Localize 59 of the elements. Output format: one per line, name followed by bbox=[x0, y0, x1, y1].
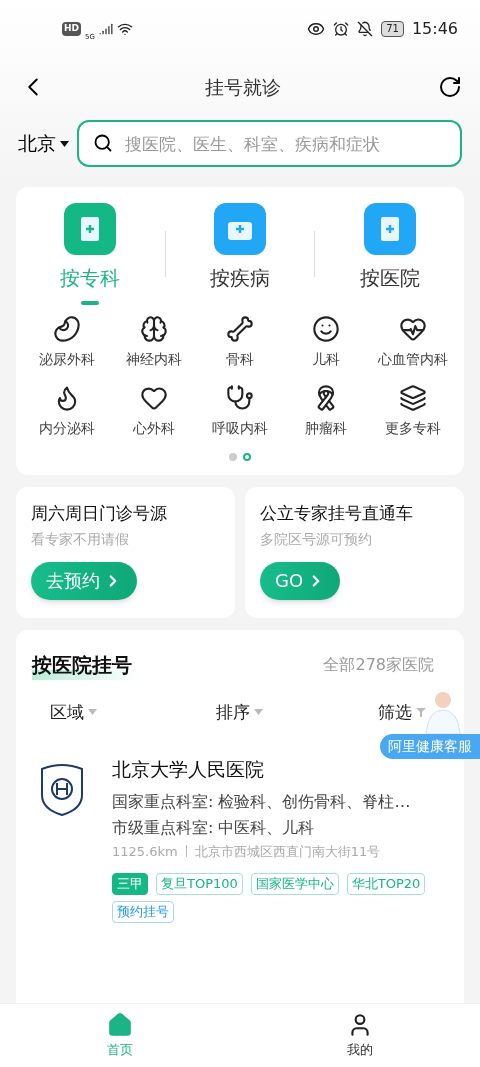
stethoscope-icon bbox=[226, 384, 254, 412]
bookmark-plus-icon bbox=[64, 203, 117, 255]
signal-icon bbox=[98, 22, 113, 36]
promo-subtitle: 多院区号源可预约 bbox=[260, 529, 373, 549]
caret-icon bbox=[88, 709, 97, 716]
hd-indicator: HD bbox=[62, 22, 81, 36]
search-field[interactable]: 搜医院、医生、科室、疾病和症状 bbox=[77, 120, 462, 167]
department-item[interactable]: 心血管内科 bbox=[369, 315, 456, 370]
promo-title: 公立专家挂号直通车 bbox=[260, 502, 414, 525]
medical-document-icon bbox=[363, 203, 416, 255]
category-tab[interactable]: 按医院 bbox=[315, 203, 464, 305]
category-tab[interactable]: 按疾病 bbox=[165, 203, 315, 305]
medical-kit-icon bbox=[214, 203, 266, 255]
hospital-count: 全部278家医院 bbox=[323, 653, 434, 676]
key-departments: 国家重点科室: 检验科、创伤骨科、脊柱… bbox=[112, 790, 412, 813]
eye-icon bbox=[307, 20, 326, 38]
funnel-icon bbox=[416, 707, 426, 717]
tag: 国家医学中心 bbox=[250, 873, 339, 895]
caret-icon bbox=[254, 709, 264, 716]
promo-subtitle: 看专家不用请假 bbox=[31, 529, 130, 549]
address: 北京市西城区西直门南大街11号 bbox=[194, 842, 381, 861]
house-icon bbox=[107, 1011, 133, 1038]
department-item[interactable]: 心外科 bbox=[110, 384, 197, 439]
page-title: 挂号就诊 bbox=[205, 74, 281, 100]
refresh-button[interactable] bbox=[438, 75, 462, 99]
tag: 预约挂号 bbox=[112, 901, 174, 923]
filter-dropdown[interactable]: 区域 bbox=[32, 699, 171, 725]
department-item[interactable]: 呼吸内科 bbox=[196, 384, 284, 439]
department-item[interactable]: 肿瘤科 bbox=[283, 384, 370, 439]
caret-icon bbox=[60, 140, 69, 147]
promo-title: 周六周日门诊号源 bbox=[31, 502, 168, 525]
department-item[interactable]: 骨科 bbox=[196, 315, 284, 370]
tag: 三甲 bbox=[112, 873, 148, 895]
battery: 71 bbox=[381, 21, 404, 37]
bell-off-icon bbox=[357, 21, 374, 37]
bean-icon bbox=[53, 315, 82, 343]
nav-tab[interactable]: 我的 bbox=[240, 1004, 480, 1067]
department-item[interactable]: 内分泌科 bbox=[24, 384, 111, 439]
hospital-name: 北京大学人民医院 bbox=[112, 757, 265, 782]
filter-dropdown[interactable]: 排序 bbox=[170, 699, 310, 725]
department-item[interactable]: 神经内科 bbox=[110, 315, 197, 370]
smiling-face-icon bbox=[312, 315, 341, 343]
tag: 华北TOP20 bbox=[346, 873, 426, 895]
distance: 1125.6km bbox=[112, 842, 178, 861]
alarm-icon bbox=[333, 21, 350, 37]
clock: 15:46 bbox=[411, 18, 458, 40]
search-icon bbox=[93, 133, 113, 153]
brain-icon bbox=[139, 315, 168, 343]
shield-emblem-icon bbox=[40, 763, 84, 817]
department-item[interactable]: 泌尿外科 bbox=[24, 315, 111, 370]
wifi-icon bbox=[116, 21, 133, 37]
key-departments: 市级重点科室: 中医科、儿科 bbox=[112, 816, 316, 839]
refresh-icon bbox=[438, 75, 462, 99]
department-item[interactable]: 更多专科 bbox=[369, 384, 456, 439]
layers-icon bbox=[398, 384, 427, 412]
tag: 复旦TOP100 bbox=[156, 873, 243, 895]
city-selector[interactable]: 北京 bbox=[18, 129, 69, 158]
department-item[interactable]: 儿科 bbox=[283, 315, 370, 370]
bone-icon bbox=[226, 315, 254, 343]
